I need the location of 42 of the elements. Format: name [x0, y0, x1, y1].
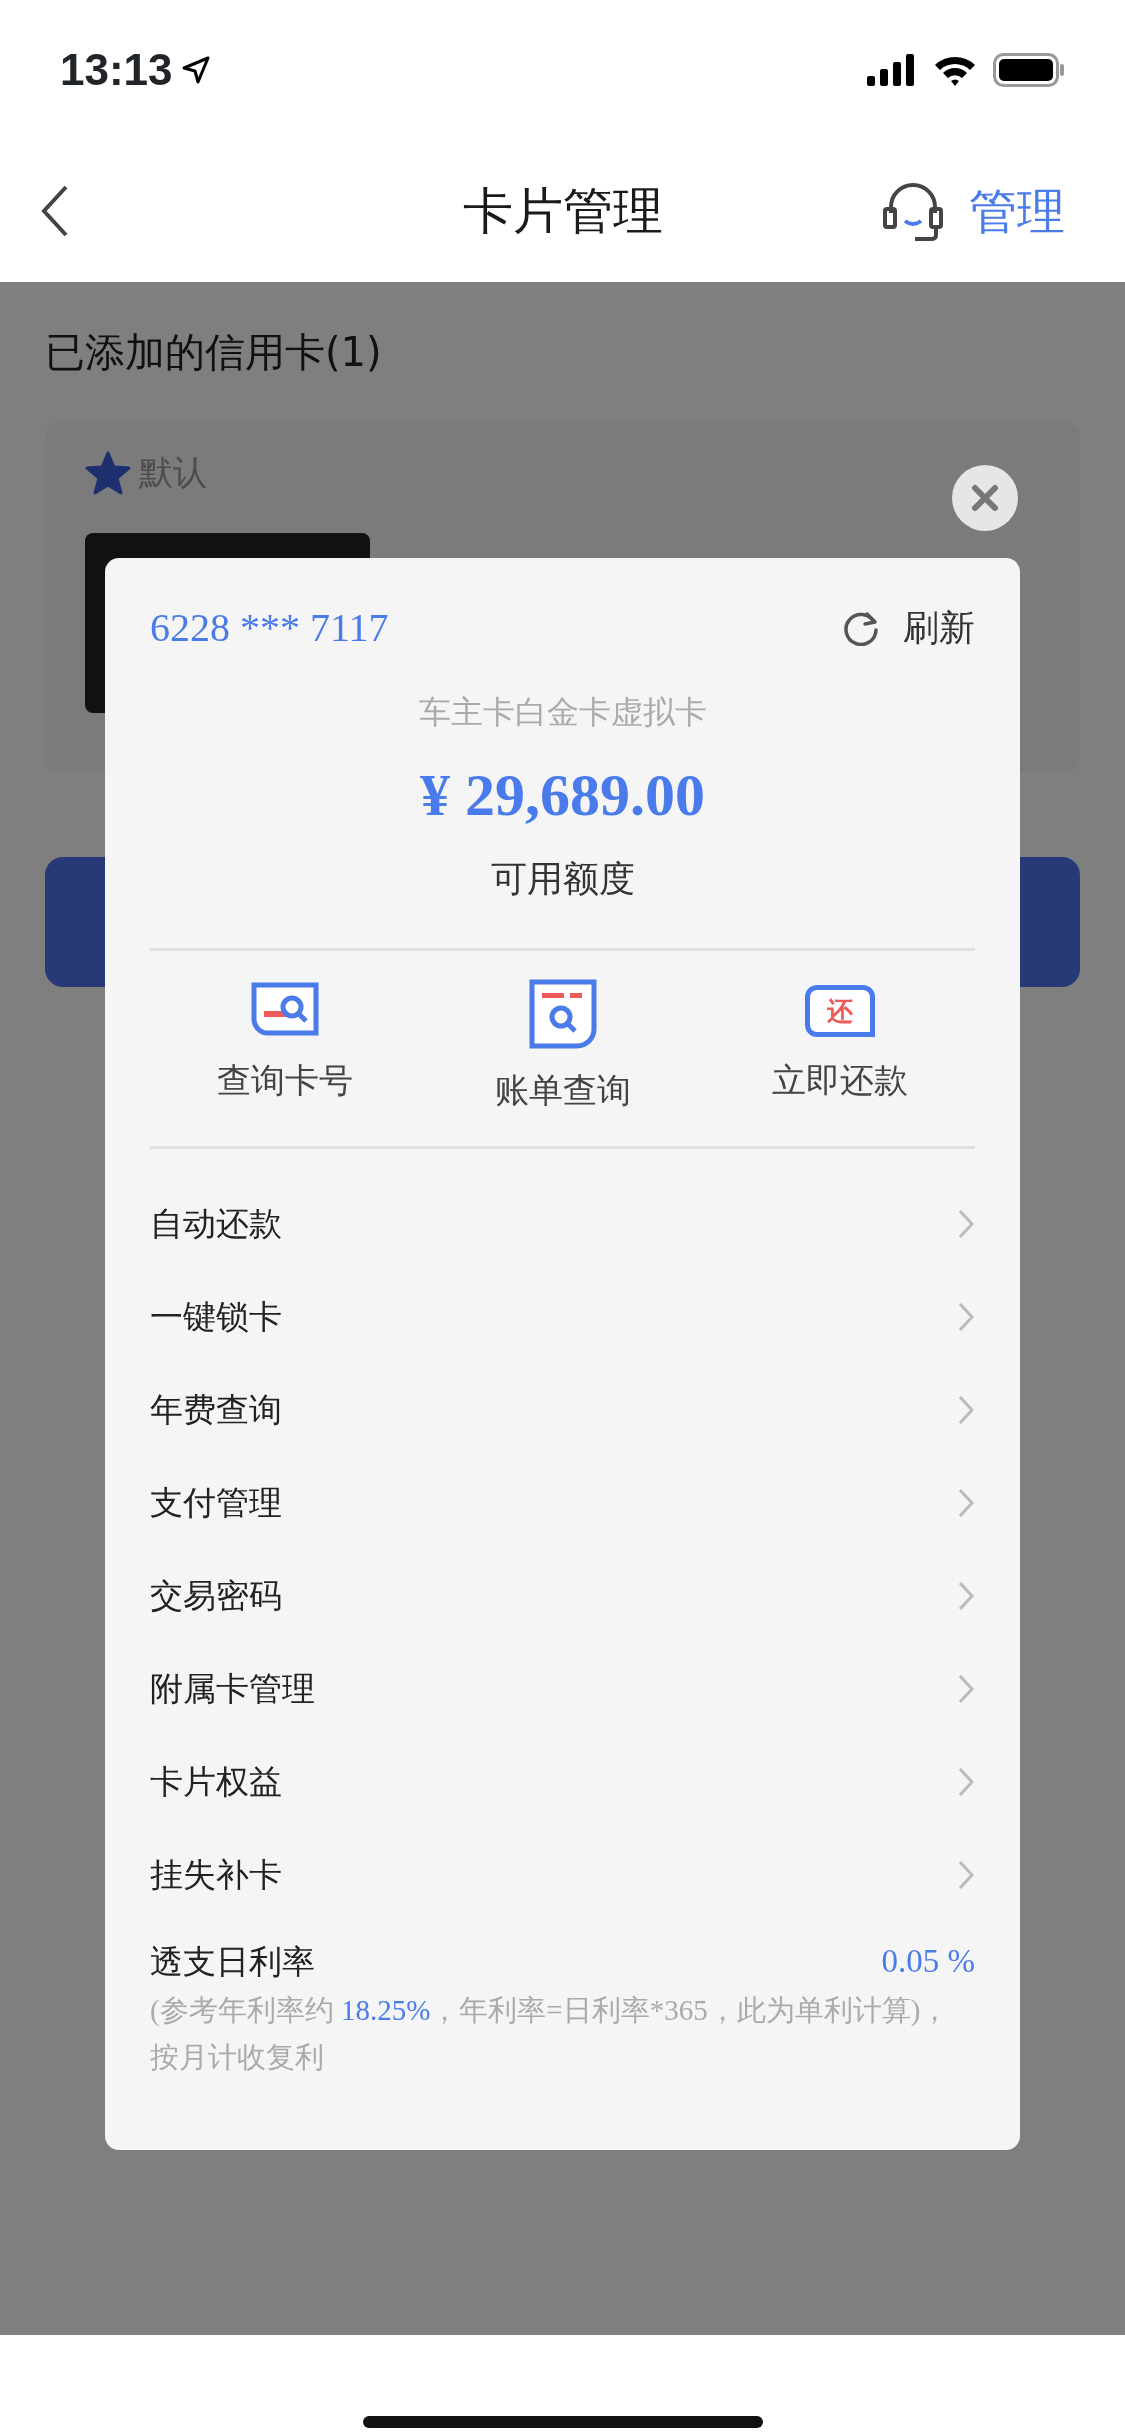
- repay-icon: 还: [805, 985, 875, 1037]
- back-icon: [40, 184, 70, 238]
- action-button[interactable]: 还 立即还款: [705, 979, 975, 1116]
- menu-item[interactable]: 一键锁卡: [150, 1270, 975, 1363]
- action-button[interactable]: 查询卡号: [150, 979, 420, 1116]
- status-time: 13:13: [60, 44, 173, 96]
- refresh-button[interactable]: 刷新: [903, 601, 975, 655]
- location-arrow-icon: [180, 55, 211, 85]
- section-title: 已添加的信用卡(1): [45, 328, 383, 377]
- menu-item[interactable]: 支付管理: [150, 1456, 975, 1549]
- chevron-right-icon: [957, 1672, 975, 1705]
- amount-label: 可用额度: [489, 857, 636, 901]
- chevron-right-icon: [957, 1486, 975, 1519]
- chevron-right-icon: [957, 1300, 975, 1333]
- menu-item[interactable]: 挂失补卡: [150, 1828, 975, 1921]
- wifi-icon: [933, 54, 977, 86]
- menu-item[interactable]: 年费查询: [150, 1363, 975, 1456]
- signal-icon: [867, 54, 917, 86]
- chevron-right-icon: [957, 1858, 975, 1891]
- menu-item[interactable]: 自动还款: [150, 1177, 975, 1270]
- rate-label: 透支日利率: [150, 1941, 315, 1983]
- chevron-right-icon: [957, 1393, 975, 1426]
- back-button[interactable]: [40, 184, 70, 238]
- menu-item[interactable]: 交易密码: [150, 1549, 975, 1642]
- menu-item[interactable]: 卡片权益: [150, 1735, 975, 1828]
- card-number: 6228 *** 7117: [150, 604, 389, 652]
- card-name: 车主卡白金卡虚拟卡: [417, 692, 708, 733]
- menu-item[interactable]: 附属卡管理: [150, 1642, 975, 1735]
- action-button[interactable]: 账单查询: [427, 979, 698, 1116]
- document-search-icon: [527, 979, 598, 1049]
- star-icon: [85, 450, 131, 495]
- chevron-right-icon: [957, 1207, 975, 1240]
- rate-note: (参考年利率约 18.25%，年利率=日利率*365，此为单利计算)，按月计收复利: [150, 1992, 951, 2076]
- chevron-right-icon: [957, 1765, 975, 1798]
- battery-icon: [993, 53, 1065, 87]
- credit-amount: ¥ 29,689.00: [419, 761, 706, 830]
- manage-link[interactable]: 管理: [969, 175, 1065, 247]
- refresh-icon: [843, 610, 879, 646]
- close-icon: [970, 483, 1000, 513]
- rate-value: 0.05 %: [881, 1942, 975, 1981]
- page-title: 卡片管理: [462, 180, 663, 242]
- chevron-right-icon: [957, 1579, 975, 1612]
